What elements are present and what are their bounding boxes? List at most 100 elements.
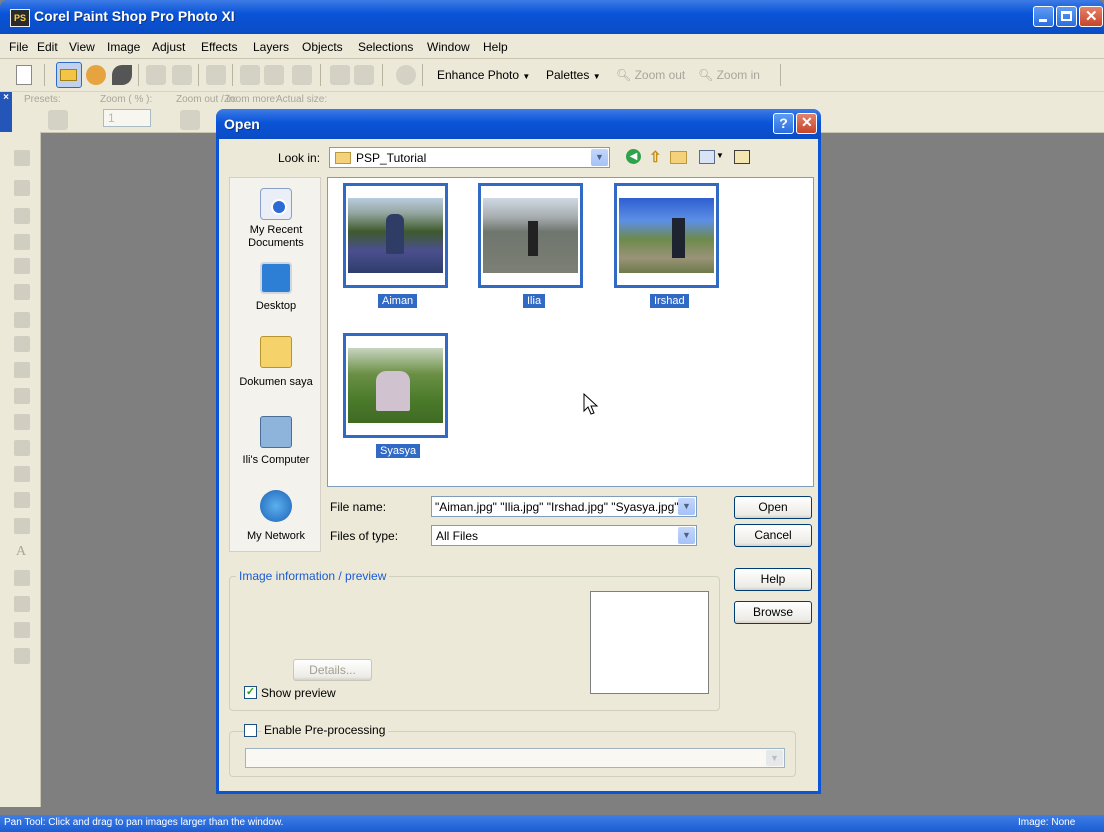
crop-tool-icon[interactable] bbox=[14, 258, 30, 274]
menu-help[interactable]: Help bbox=[483, 40, 508, 54]
file-name-input[interactable]: "Aiman.jpg" "Ilia.jpg" "Irshad.jpg" "Sya… bbox=[431, 496, 697, 517]
eraser-tool-icon[interactable] bbox=[14, 492, 30, 508]
red-eye-tool-icon[interactable] bbox=[14, 312, 30, 328]
my-computer-icon[interactable] bbox=[260, 416, 292, 448]
menu-image[interactable]: Image bbox=[107, 40, 140, 54]
menu-adjust[interactable]: Adjust bbox=[152, 40, 185, 54]
menu-selections[interactable]: Selections bbox=[358, 40, 413, 54]
recent-documents-icon[interactable] bbox=[260, 188, 292, 220]
straighten-tool-icon[interactable] bbox=[14, 284, 30, 300]
app-icon[interactable]: PS bbox=[10, 9, 30, 27]
file-label[interactable]: Syasya bbox=[376, 444, 421, 458]
pen-tool-icon[interactable] bbox=[14, 596, 30, 612]
file-label[interactable]: Aiman bbox=[378, 294, 418, 308]
help-button[interactable]: Help bbox=[734, 568, 812, 591]
menu-objects[interactable]: Objects bbox=[302, 40, 343, 54]
menu-file[interactable]: File bbox=[9, 40, 28, 54]
dialog-close-button[interactable]: ✕ bbox=[796, 113, 817, 134]
file-thumbnail[interactable] bbox=[343, 183, 448, 288]
resize-icon[interactable] bbox=[330, 65, 350, 85]
new-file-icon[interactable] bbox=[16, 65, 32, 85]
place-recent-documents[interactable]: My Recent Documents bbox=[230, 224, 322, 250]
place-my-network[interactable]: My Network bbox=[230, 530, 322, 543]
place-desktop[interactable]: Desktop bbox=[230, 300, 322, 313]
airbrush-tool-icon[interactable] bbox=[14, 414, 30, 430]
desktop-icon[interactable] bbox=[260, 262, 292, 294]
clone-tool-icon[interactable] bbox=[14, 362, 30, 378]
enhance-photo-menu[interactable]: Enhance Photo ▼ bbox=[437, 68, 530, 82]
presets-pan-icon[interactable] bbox=[48, 110, 68, 130]
chevron-down-icon[interactable]: ▼ bbox=[678, 498, 695, 515]
chevron-down-icon[interactable]: ▼ bbox=[716, 151, 724, 160]
zoom-out-button[interactable]: 🔍︎ Zoom out bbox=[616, 68, 685, 82]
rotate-icon[interactable] bbox=[354, 65, 374, 85]
view-menu-icon[interactable] bbox=[699, 150, 715, 164]
dropper-tool-icon[interactable] bbox=[14, 234, 30, 250]
paint-brush-tool-icon[interactable] bbox=[14, 388, 30, 404]
crop-icon[interactable] bbox=[292, 65, 312, 85]
up-folder-icon[interactable]: ⇧ bbox=[649, 148, 663, 166]
zoom-in-button[interactable]: 🔍︎ Zoom in bbox=[698, 68, 760, 82]
text-tool-icon[interactable]: A bbox=[16, 544, 26, 560]
browse-icon[interactable] bbox=[86, 65, 106, 85]
look-in-dropdown[interactable]: PSP_Tutorial ▼ bbox=[329, 147, 610, 168]
scan-icon[interactable] bbox=[112, 65, 132, 85]
file-label[interactable]: Irshad bbox=[650, 294, 689, 308]
makeover-tool-icon[interactable] bbox=[14, 336, 30, 352]
details-button[interactable]: Details... bbox=[293, 659, 372, 681]
file-list-view[interactable]: Aiman Ilia Irshad Syasya bbox=[327, 177, 814, 487]
minimize-button[interactable] bbox=[1033, 6, 1054, 27]
zoom-icon[interactable] bbox=[180, 110, 200, 130]
help-question-button[interactable]: ? bbox=[773, 113, 794, 134]
print-icon[interactable] bbox=[206, 65, 226, 85]
file-label[interactable]: Ilia bbox=[523, 294, 546, 308]
chevron-down-icon[interactable]: ▼ bbox=[678, 527, 695, 544]
info-icon[interactable] bbox=[396, 65, 416, 85]
menu-layers[interactable]: Layers bbox=[253, 40, 289, 54]
open-file-button[interactable] bbox=[56, 62, 82, 88]
palettes-menu[interactable]: Palettes ▼ bbox=[546, 68, 601, 82]
file-thumbnail[interactable] bbox=[343, 333, 448, 438]
back-icon[interactable]: ◀ bbox=[626, 149, 641, 164]
app-title-bar[interactable]: PS Corel Paint Shop Pro Photo XI ✕ bbox=[0, 0, 1104, 34]
selection-tool-icon[interactable] bbox=[14, 208, 30, 224]
menu-view[interactable]: View bbox=[69, 40, 95, 54]
chevron-down-icon[interactable]: ▼ bbox=[766, 750, 783, 766]
place-my-documents[interactable]: Dokumen saya bbox=[230, 376, 322, 389]
picture-tube-tool-icon[interactable] bbox=[14, 648, 30, 664]
warp-brush-tool-icon[interactable] bbox=[14, 622, 30, 638]
preset-shape-tool-icon[interactable] bbox=[14, 570, 30, 586]
tools-icon[interactable] bbox=[734, 150, 750, 164]
deform-tool-icon[interactable] bbox=[14, 180, 30, 196]
smudge-tool-icon[interactable] bbox=[14, 466, 30, 482]
zoom-percent-input[interactable]: 1 bbox=[103, 109, 151, 127]
save-icon[interactable] bbox=[146, 65, 166, 85]
menu-effects[interactable]: Effects bbox=[201, 40, 237, 54]
palette-grip[interactable]: × bbox=[0, 92, 12, 132]
files-of-type-dropdown[interactable]: All Files ▼ bbox=[431, 525, 697, 546]
preprocessing-dropdown[interactable]: ▼ bbox=[245, 748, 785, 768]
close-icon[interactable]: × bbox=[0, 92, 12, 103]
file-thumbnail[interactable] bbox=[478, 183, 583, 288]
dialog-title-bar[interactable]: Open ? ✕ bbox=[216, 109, 821, 139]
place-my-computer[interactable]: Ili's Computer bbox=[230, 454, 322, 467]
maximize-button[interactable] bbox=[1056, 6, 1077, 27]
close-button[interactable]: ✕ bbox=[1079, 6, 1103, 27]
redo-icon[interactable] bbox=[264, 65, 284, 85]
flood-fill-tool-icon[interactable] bbox=[14, 518, 30, 534]
menu-window[interactable]: Window bbox=[427, 40, 470, 54]
chevron-down-icon[interactable]: ▼ bbox=[591, 149, 608, 166]
browse-button[interactable]: Browse bbox=[734, 601, 812, 624]
lighten-tool-icon[interactable] bbox=[14, 440, 30, 456]
open-button[interactable]: Open bbox=[734, 496, 812, 519]
enable-preprocessing-checkbox[interactable] bbox=[244, 724, 257, 737]
my-documents-icon[interactable] bbox=[260, 336, 292, 368]
file-thumbnail[interactable] bbox=[614, 183, 719, 288]
menu-edit[interactable]: Edit bbox=[37, 40, 58, 54]
save-as-icon[interactable] bbox=[172, 65, 192, 85]
cancel-button[interactable]: Cancel bbox=[734, 524, 812, 547]
new-folder-icon[interactable] bbox=[670, 151, 687, 164]
undo-icon[interactable] bbox=[240, 65, 260, 85]
show-preview-checkbox[interactable]: ✓ bbox=[244, 686, 257, 699]
my-network-icon[interactable] bbox=[260, 490, 292, 522]
